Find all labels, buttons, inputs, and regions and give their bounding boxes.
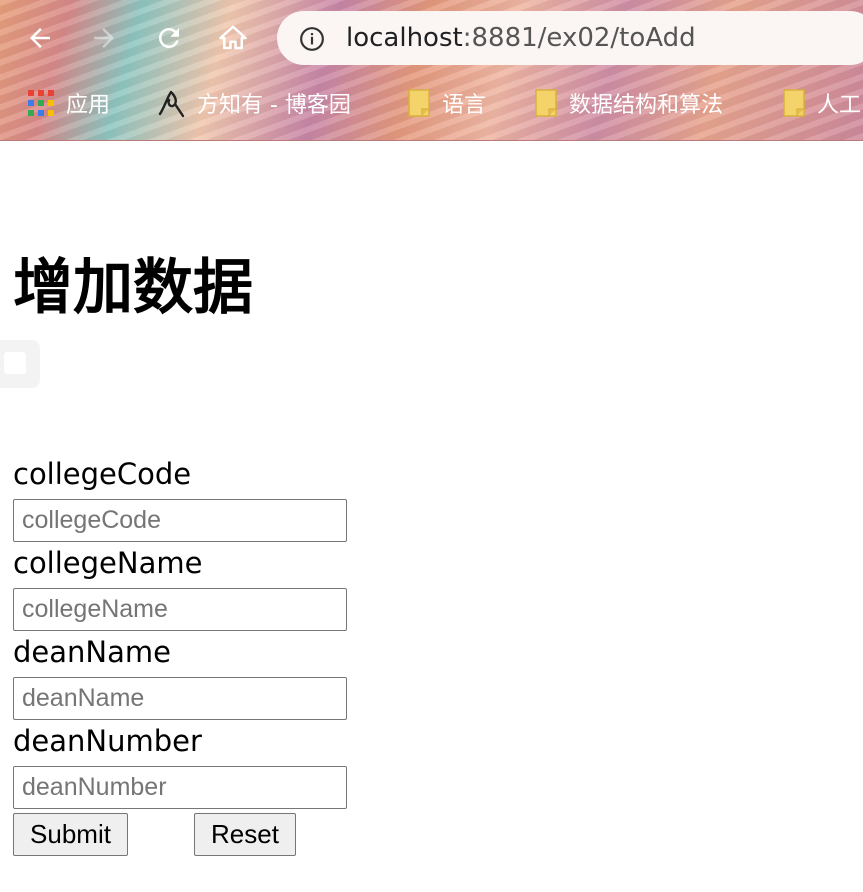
folder-icon [408, 89, 430, 117]
url-host: localhost [346, 23, 463, 53]
bookmark-label: 数据结构和算法 [569, 93, 724, 118]
bookmark-blog[interactable]: 方知有 - 博客园 [157, 86, 351, 120]
dean-name-input[interactable] [13, 677, 347, 720]
submit-button[interactable]: Submit [13, 813, 128, 856]
url-text[interactable]: localhost:8881/ex02/toAdd [346, 22, 696, 54]
back-button[interactable] [22, 20, 58, 56]
folder-icon [783, 89, 805, 117]
bookmark-label: 应用 [66, 93, 111, 118]
bookmark-label: 语言 [442, 93, 487, 118]
dean-number-input[interactable] [13, 766, 347, 809]
bookmarks-bar: 应用 方知有 - 博客园 语言 数据结构和算法 人工 [0, 80, 863, 126]
address-bar[interactable]: localhost:8881/ex02/toAdd [277, 11, 863, 65]
college-code-input[interactable] [13, 499, 347, 542]
bookmark-apps[interactable]: 应用 [28, 86, 110, 120]
college-name-input[interactable] [13, 588, 347, 631]
college-code-label: collegeCode [13, 457, 192, 491]
reset-button[interactable]: Reset [194, 813, 296, 856]
page-title: 增加数据 [13, 253, 253, 323]
bookmark-folder-algorithms[interactable]: 数据结构和算法 [535, 86, 723, 120]
blog-favicon-icon [157, 88, 185, 118]
back-arrow-icon [30, 28, 50, 48]
bookmark-label: 人工 [817, 93, 862, 118]
browser-toolbar: localhost:8881/ex02/toAdd 应用 方知有 - 博客园 语… [0, 0, 863, 141]
bookmark-folder-ai[interactable]: 人工 [783, 86, 861, 120]
apps-grid-icon [28, 90, 54, 116]
info-icon[interactable] [299, 26, 325, 56]
home-button[interactable] [215, 20, 251, 56]
forward-arrow-icon [94, 28, 114, 48]
reload-button[interactable] [151, 20, 187, 56]
bookmark-folder-language[interactable]: 语言 [408, 86, 486, 120]
side-handle[interactable] [0, 340, 40, 388]
reload-icon [158, 27, 179, 48]
forward-button[interactable] [86, 20, 122, 56]
dean-name-label: deanName [13, 635, 171, 669]
url-path: :8881/ex02/toAdd [462, 23, 696, 53]
college-name-label: collegeName [13, 546, 203, 580]
dean-number-label: deanNumber [13, 724, 202, 758]
bookmark-label: 方知有 - 博客园 [197, 93, 351, 118]
folder-icon [535, 89, 557, 117]
home-icon [219, 25, 247, 50]
